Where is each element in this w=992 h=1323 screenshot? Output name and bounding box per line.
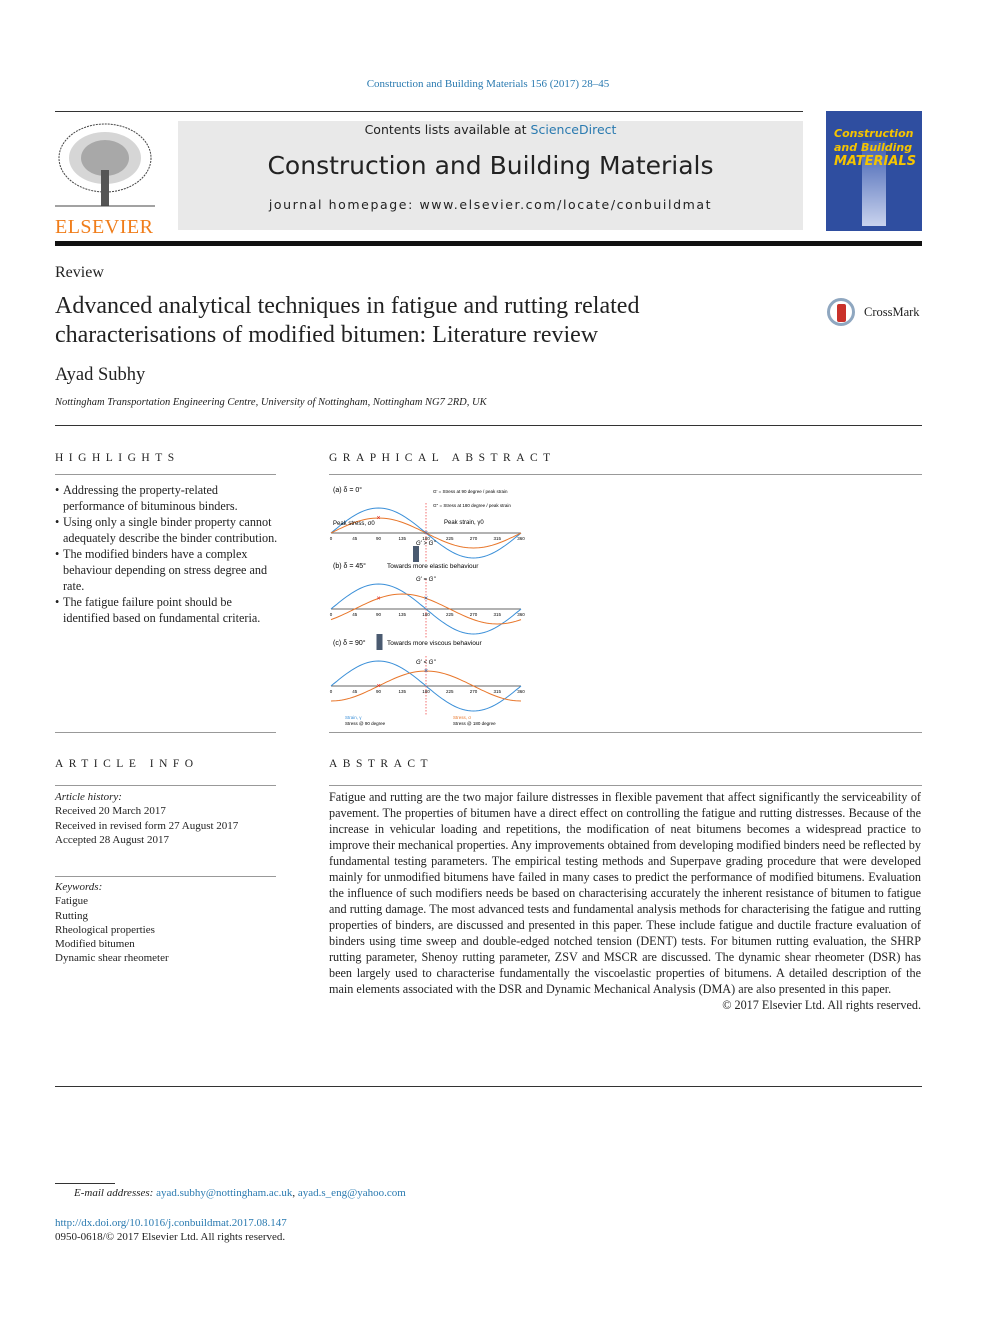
x-tick-label: 270 bbox=[470, 536, 478, 541]
marker-180: × bbox=[424, 530, 428, 537]
panel-label: (a) δ = 0° bbox=[333, 486, 362, 494]
x-tick-label: 0 bbox=[330, 689, 333, 694]
legend-entry: Stress @ 90 degree bbox=[345, 721, 386, 726]
marker-90: × bbox=[376, 683, 380, 690]
tree-icon bbox=[55, 123, 155, 207]
keyword: Fatigue bbox=[55, 895, 88, 908]
issn: 0950-0618/© 2017 Elsevier Ltd. All right… bbox=[55, 1231, 286, 1243]
relation-label: G' = G'' bbox=[416, 577, 436, 583]
highlight-item: The modified binders have a complex beha… bbox=[55, 546, 279, 594]
email-footnote: E-mail addresses: ayad.subhy@nottingham.… bbox=[74, 1187, 406, 1199]
doi-link[interactable]: http://dx.doi.org/10.1016/j.conbuildmat.… bbox=[55, 1217, 287, 1229]
x-tick-label: 360 bbox=[517, 536, 525, 541]
x-tick-label: 315 bbox=[493, 612, 501, 617]
x-tick-label: 360 bbox=[517, 689, 525, 694]
marker-90: × bbox=[376, 595, 380, 602]
x-tick-label: 135 bbox=[398, 536, 406, 541]
elsevier-logo[interactable]: ELSEVIER bbox=[55, 120, 155, 237]
affiliation: Nottingham Transportation Engineering Ce… bbox=[55, 397, 487, 408]
arrow-icon bbox=[413, 546, 419, 562]
x-tick-label: 270 bbox=[470, 612, 478, 617]
journal-homepage[interactable]: journal homepage: www.elsevier.com/locat… bbox=[178, 197, 803, 212]
marker-90: × bbox=[376, 515, 380, 522]
keyword: Modified bitumen bbox=[55, 938, 135, 951]
x-tick-label: 0 bbox=[330, 612, 333, 617]
relation-label: G' < G'' bbox=[416, 660, 436, 666]
abstract-text: Fatigue and rutting are the two major fa… bbox=[329, 790, 921, 996]
legend-entry: Stress, σ bbox=[453, 715, 471, 720]
keyword: Dynamic shear rheometer bbox=[55, 952, 169, 965]
journal-banner: Contents lists available at ScienceDirec… bbox=[178, 121, 803, 230]
x-tick-label: 360 bbox=[517, 612, 525, 617]
x-tick-label: 45 bbox=[352, 612, 358, 617]
relation-label: G' > G'' bbox=[416, 541, 436, 547]
x-tick-label: 270 bbox=[470, 689, 478, 694]
highlight-item: The fatigue failure point should be iden… bbox=[55, 594, 279, 626]
journal-title: Construction and Building Materials bbox=[267, 151, 714, 180]
email-link[interactable]: ayad.s_eng@yahoo.com bbox=[298, 1187, 406, 1199]
citation-link[interactable]: Construction and Building Materials 156 … bbox=[0, 78, 976, 90]
sciencedirect-link[interactable]: ScienceDirect bbox=[531, 122, 617, 137]
x-tick-label: 45 bbox=[352, 689, 358, 694]
article-title: Advanced analytical techniques in fatigu… bbox=[55, 293, 640, 348]
annotation: Peak strain, γ0 bbox=[444, 520, 484, 526]
x-tick-label: 225 bbox=[446, 689, 454, 694]
article-history: Article history: Received 20 March 2017 … bbox=[55, 791, 239, 846]
keywords: Keywords: Fatigue Rutting Rheological pr… bbox=[55, 881, 169, 965]
x-tick-label: 45 bbox=[352, 536, 358, 541]
graphical-abstract-figure: (a) δ = 0°0 45 90 135 180 225 270 315 360G' > G'… bbox=[330, 486, 525, 726]
panel-label: (c) δ = 90° bbox=[333, 639, 366, 647]
marker-180: × bbox=[424, 668, 428, 675]
article-info-heading: ARTICLE INFO bbox=[55, 758, 199, 770]
x-tick-label: 225 bbox=[446, 536, 454, 541]
panel-note: Towards more viscous behaviour bbox=[387, 640, 482, 647]
keyword: Rutting bbox=[55, 909, 89, 922]
legend-entry: Stress @ 180 degree bbox=[453, 721, 496, 726]
highlights-list: Addressing the property-related performa… bbox=[55, 482, 279, 626]
crossmark-icon bbox=[827, 298, 855, 326]
annotation: G' = Stress at 90 degree / peak strain bbox=[433, 489, 508, 494]
highlights-heading: HIGHLIGHTS bbox=[55, 452, 180, 464]
panel-note: Towards more elastic behaviour bbox=[387, 563, 479, 570]
elsevier-wordmark: ELSEVIER bbox=[55, 216, 154, 238]
x-tick-label: 135 bbox=[398, 612, 406, 617]
journal-cover[interactable]: Construction and Building MATERIALS bbox=[826, 111, 922, 231]
x-tick-label: 225 bbox=[446, 612, 454, 617]
author[interactable]: Ayad Subhy bbox=[55, 365, 145, 386]
x-tick-label: 90 bbox=[376, 612, 382, 617]
crossmark-button[interactable]: CrossMark bbox=[827, 298, 920, 326]
marker-180: × bbox=[424, 595, 428, 602]
annotation: Peak stress, σ0 bbox=[333, 521, 375, 527]
email-link[interactable]: ayad.subhy@nottingham.ac.uk bbox=[156, 1187, 292, 1199]
page: Construction and Building Materials 156 … bbox=[0, 0, 992, 1323]
panel-label: (b) δ = 45° bbox=[333, 562, 366, 570]
legend-entry: Strain, γ bbox=[345, 715, 362, 720]
abstract-heading: ABSTRACT bbox=[329, 758, 434, 770]
highlight-item: Addressing the property-related performa… bbox=[55, 482, 279, 514]
graphical-abstract-heading: GRAPHICAL ABSTRACT bbox=[329, 452, 556, 464]
keyword: Rheological properties bbox=[55, 923, 155, 936]
article-type: Review bbox=[55, 264, 104, 281]
x-tick-label: 0 bbox=[330, 536, 333, 541]
x-tick-label: 90 bbox=[376, 536, 382, 541]
x-tick-label: 135 bbox=[398, 689, 406, 694]
annotation: G'' = Stress at 180 degree / peak strain bbox=[433, 503, 511, 508]
copyright: © 2017 Elsevier Ltd. All rights reserved… bbox=[722, 998, 921, 1012]
x-tick-label: 315 bbox=[493, 689, 501, 694]
arrow-icon bbox=[376, 634, 383, 650]
x-tick-label: 315 bbox=[493, 536, 501, 541]
highlight-item: Using only a single binder property cann… bbox=[55, 514, 279, 546]
